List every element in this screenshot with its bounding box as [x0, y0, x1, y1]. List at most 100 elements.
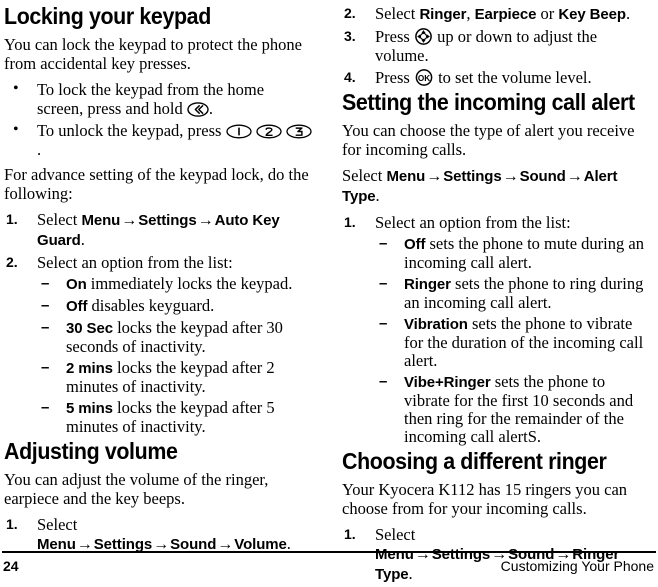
option-key-beep: Key Beep: [558, 6, 626, 23]
option-term: Off: [404, 236, 426, 253]
arrow-icon: →: [566, 168, 583, 185]
dash-icon: –: [41, 359, 50, 376]
list-item: • To unlock the keypad, press .: [4, 121, 312, 159]
conjunction-or: or: [540, 4, 555, 23]
paragraph-alert-intro: You can choose the type of alert you rec…: [342, 121, 635, 159]
list-item: –30 Sec locks the keypad after 30 second…: [37, 319, 312, 356]
step-lead: Select: [37, 210, 78, 229]
step-number: 1.: [344, 214, 356, 230]
key-1-icon: [225, 124, 252, 139]
left-column: Locking your keypad You can lock the key…: [0, 0, 320, 557]
list-item: – Ringer sets the phone to ring during an…: [375, 275, 654, 312]
menu-path-menu: Menu: [81, 212, 121, 229]
volume-steps-list-right: 2. Select Ringer, Earpiece or Key Beep. 3…: [342, 4, 654, 87]
step-number: 4.: [344, 69, 356, 85]
list-item: • To lock the keypad from the home screen…: [4, 80, 312, 118]
list-item: 4. Press OK to set the volume level.: [342, 68, 654, 87]
list-item: 1. Select Menu→Settings→Auto Key Guard.: [4, 210, 312, 250]
paragraph-advance-intro: For advance setting of the keypad lock, …: [4, 165, 309, 203]
list-item: – Off sets the phone to mute during an in…: [375, 235, 654, 272]
key-3-icon: [286, 124, 312, 139]
menu-path-menu: Menu: [386, 168, 426, 185]
keypad-steps-list: 1. Select Menu→Settings→Auto Key Guard. 2…: [4, 210, 312, 436]
paragraph-ringer-intro: Your Kyocera K112 has 15 ringers you can…: [342, 480, 628, 518]
option-desc: sets the phone to mute during an incomin…: [404, 234, 644, 272]
menu-path-sound: Sound: [519, 168, 566, 185]
menu-path-settings: Settings: [138, 212, 197, 229]
dash-icon: –: [41, 399, 50, 416]
list-item: – Off disables keyguard.: [37, 297, 312, 316]
bullet-dot-icon: •: [13, 80, 19, 97]
list-item: 2. Select Ringer, Earpiece or Key Beep.: [342, 4, 654, 24]
bullet-text: To unlock the keypad, press: [37, 121, 222, 140]
dash-icon: –: [379, 275, 388, 292]
alert-steps-list: 1. Select an option from the list: – Off s…: [342, 213, 654, 446]
option-term: On: [66, 276, 87, 293]
menu-path-settings: Settings: [443, 168, 502, 185]
keypad-bullet-list: • To lock the keypad from the home screen…: [4, 80, 312, 159]
option-term: Off: [66, 298, 88, 315]
step-lead: Select: [375, 4, 416, 23]
footer-divider: [2, 551, 656, 553]
dash-icon: –: [41, 275, 50, 292]
step-lead: Press: [375, 27, 410, 46]
alert-type-options-list: – Off sets the phone to mute during an in…: [375, 235, 654, 446]
option-ringer: Ringer: [419, 6, 467, 23]
list-item: – On immediately locks the keypad.: [37, 275, 312, 294]
step-number: 3.: [344, 28, 356, 44]
comma: ,: [466, 4, 471, 23]
arrow-icon: →: [197, 212, 214, 229]
step-tail: to set the volume level.: [438, 68, 592, 87]
dash-icon: –: [379, 315, 388, 332]
list-item: –5 mins locks the keypad after 5 minutes…: [37, 399, 312, 436]
arrow-icon: →: [121, 212, 138, 229]
dash-icon: –: [41, 297, 50, 314]
heading-adjusting-volume: Adjusting volume: [4, 438, 178, 464]
nav-key-icon: [414, 28, 433, 45]
list-item: – Vibration sets the phone to vibrate for…: [375, 315, 654, 370]
back-key-icon: [187, 102, 209, 117]
step-number: 1.: [6, 211, 18, 227]
option-term: 30 Sec: [66, 320, 113, 337]
chapter-title: Customizing Your Phone: [500, 558, 654, 574]
page-footer: 24 Customizing Your Phone: [0, 543, 658, 577]
svg-text:OK: OK: [418, 74, 430, 83]
step-lead: Press: [375, 68, 410, 87]
heading-choosing-different-ringer: Choosing a different ringer: [342, 448, 607, 474]
step-tail: .: [80, 230, 85, 249]
arrow-icon: →: [426, 168, 443, 185]
ok-key-icon: OK: [414, 69, 434, 86]
paragraph-volume-intro: You can adjust the volume of the ringer,…: [4, 470, 269, 508]
arrow-icon: →: [502, 168, 519, 185]
option-earpiece: Earpiece: [474, 6, 537, 23]
manual-page: Locking your keypad You can lock the key…: [0, 0, 658, 584]
paragraph-alert-select: Select Menu→Settings→Sound→Alert Type.: [342, 166, 654, 206]
heading-locking-your-keypad: Locking your keypad: [4, 3, 211, 29]
dash-icon: –: [41, 319, 50, 336]
list-item: –2 mins locks the keypad after 2 minutes…: [37, 359, 312, 396]
page-number: 24: [3, 558, 19, 574]
option-desc: disables keyguard.: [91, 296, 215, 315]
dash-icon: –: [379, 235, 388, 252]
list-item: 2. Select an option from the list: – On im…: [4, 253, 312, 436]
dash-icon: –: [379, 373, 388, 390]
bullet-dot-icon: •: [13, 121, 19, 138]
paragraph-keypad-intro: You can lock the keypad to protect the p…: [4, 35, 302, 73]
step-lead: Select an option from the list:: [37, 253, 233, 272]
option-term: Vibration: [404, 316, 468, 333]
step-tail: .: [625, 4, 631, 23]
step-number: 1.: [6, 516, 18, 532]
select-lead: Select: [342, 166, 383, 185]
step-number: 2.: [6, 254, 18, 270]
two-column-body: Locking your keypad You can lock the key…: [0, 0, 658, 584]
keyguard-options-list: – On immediately locks the keypad. – Off d…: [37, 275, 312, 436]
right-column: 2. Select Ringer, Earpiece or Key Beep. 3…: [338, 0, 658, 587]
step-lead: Select: [37, 515, 78, 534]
list-item: 1. Select an option from the list: – Off s…: [342, 213, 654, 446]
step-lead: Select an option from the list:: [375, 213, 571, 232]
option-term: Ringer: [404, 276, 451, 293]
step-lead: Select: [375, 525, 416, 544]
key-2-icon: [256, 124, 282, 139]
list-item: – Vibe+Ringer sets the phone to vibrate f…: [375, 373, 654, 446]
option-term: 5 mins: [66, 400, 113, 417]
